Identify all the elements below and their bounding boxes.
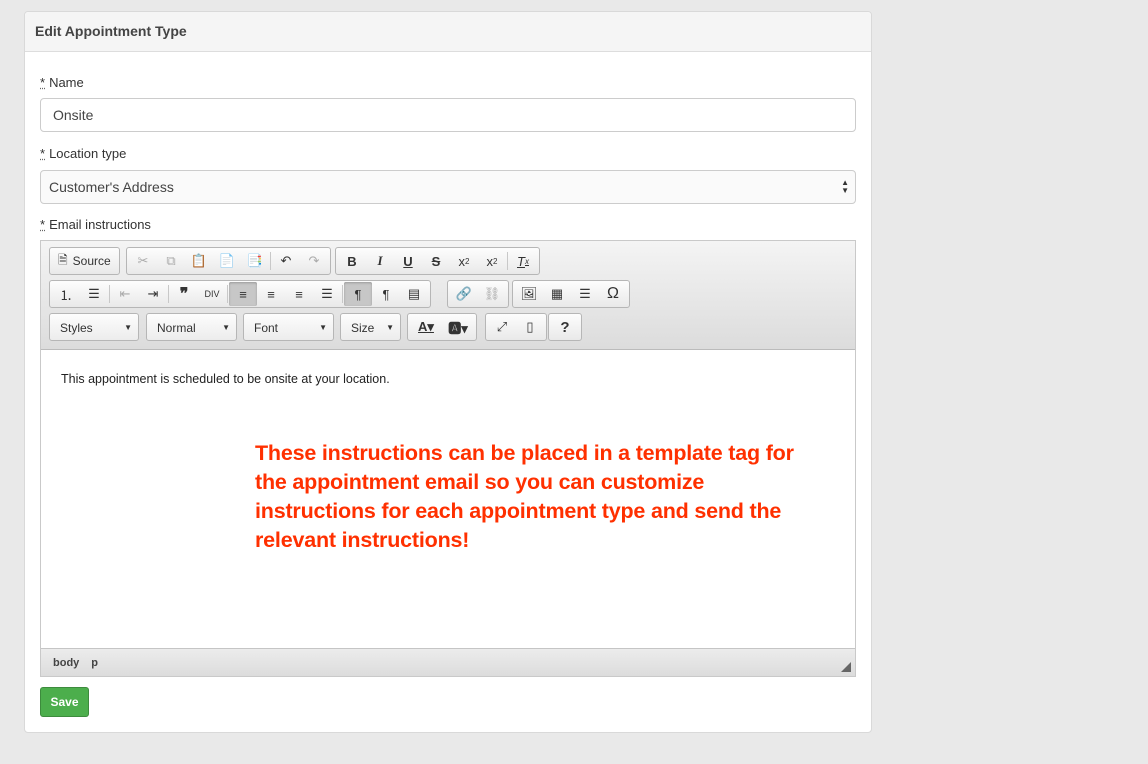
source-icon: 🗎 [58, 252, 68, 267]
create-div-icon[interactable]: DIV [198, 282, 226, 306]
text-direction-ltr-icon[interactable]: ¶ [344, 282, 372, 306]
paragraph-group: ⒈ ☰ ⇤ ⇥ ❞ DIV ≡ ≡ ≡ ☰ ¶ ¶ ▤ [49, 280, 431, 308]
help-icon[interactable]: ? [551, 315, 579, 339]
clipboard-group: ✂ ⧉ 📋 📄 📑 ↶ ↷ [126, 247, 331, 275]
path-body[interactable]: body [53, 657, 79, 669]
superscript-icon[interactable]: x2 [478, 249, 506, 273]
caret-down-icon: ▼ [124, 323, 132, 332]
paste-icon[interactable]: 📋 [185, 249, 213, 273]
redo-icon[interactable]: ↷ [300, 249, 328, 273]
language-icon[interactable]: ▤ [400, 282, 428, 306]
paste-text-icon[interactable]: 📄 [213, 249, 241, 273]
editor-toolbar: 🗎 Source ✂ ⧉ 📋 📄 📑 ↶ ↷ B I U S x2 x2 T x… [41, 241, 855, 350]
save-button[interactable]: Save [40, 687, 89, 717]
table-icon[interactable]: ▦ [543, 282, 571, 306]
strike-icon[interactable]: S [422, 249, 450, 273]
required-marker: * [40, 146, 46, 161]
outdent-icon[interactable]: ⇤ [111, 282, 139, 306]
blockquote-icon[interactable]: ❞ [170, 282, 198, 306]
editor-paragraph: This appointment is scheduled to be onsi… [61, 372, 390, 386]
name-input[interactable]: Onsite [40, 98, 856, 132]
link-icon[interactable]: 🔗 [450, 282, 478, 306]
basicstyles-group: B I U S x2 x2 Tx [335, 247, 540, 275]
location-type-label: * Location type [40, 146, 127, 161]
location-type-value: Customer's Address [49, 179, 174, 195]
maximize-icon[interactable]: ⤢ [488, 315, 516, 339]
annotation-callout: These instructions can be placed in a te… [255, 441, 794, 552]
copy-icon[interactable]: ⧉ [157, 249, 185, 273]
panel-title: Edit Appointment Type [25, 12, 871, 52]
email-instructions-label: * Email instructions [40, 217, 151, 232]
image-icon[interactable]: 🖼 [515, 282, 543, 306]
source-button[interactable]: 🗎 Source [52, 249, 117, 273]
tools-group: ⤢ ▯ [485, 313, 547, 341]
underline-icon[interactable]: U [394, 249, 422, 273]
caret-down-icon: ▼ [222, 323, 230, 332]
required-marker: * [40, 75, 46, 90]
text-direction-rtl-icon[interactable]: ¶ [372, 282, 400, 306]
resize-handle-icon[interactable] [841, 662, 851, 672]
styles-combo[interactable]: Styles ▼ [49, 313, 139, 341]
insert-group: 🖼 ▦ ☰ Ω [512, 280, 630, 308]
subscript-icon[interactable]: x2 [450, 249, 478, 273]
align-center-icon[interactable]: ≡ [257, 282, 285, 306]
horizontal-rule-icon[interactable]: ☰ [571, 282, 599, 306]
size-combo[interactable]: Size ▼ [340, 313, 401, 341]
align-right-icon[interactable]: ≡ [285, 282, 313, 306]
remove-format-icon[interactable]: Tx [509, 249, 537, 273]
about-group: ? [548, 313, 582, 341]
select-arrows-icon: ▲ ▼ [841, 178, 849, 195]
bold-icon[interactable]: B [338, 249, 366, 273]
italic-icon[interactable]: I [366, 249, 394, 273]
paste-word-icon[interactable]: 📑 [241, 249, 269, 273]
font-combo[interactable]: Font ▼ [243, 313, 334, 341]
links-group: 🔗 ⛓ [447, 280, 509, 308]
numbered-list-icon[interactable]: ⒈ [52, 282, 80, 306]
text-color-icon[interactable]: A▾ [410, 315, 442, 339]
special-char-icon[interactable]: Ω [599, 282, 627, 306]
path-p[interactable]: p [91, 657, 98, 669]
cut-icon[interactable]: ✂ [129, 249, 157, 273]
edit-appointment-panel: Edit Appointment Type * Name Onsite * Loca… [24, 11, 872, 733]
editor-elements-path: body p [41, 648, 855, 676]
unlink-icon[interactable]: ⛓ [478, 282, 506, 306]
document-group: 🗎 Source [49, 247, 120, 275]
undo-icon[interactable]: ↶ [272, 249, 300, 273]
required-marker: * [40, 217, 46, 232]
caret-down-icon: ▼ [319, 323, 327, 332]
justify-icon[interactable]: ☰ [313, 282, 341, 306]
caret-down-icon: ▼ [386, 323, 394, 332]
name-label: * Name [40, 75, 84, 90]
format-combo[interactable]: Normal ▼ [146, 313, 237, 341]
editor-content[interactable]: This appointment is scheduled to be onsi… [41, 351, 855, 649]
location-type-select[interactable]: Customer's Address ▲ ▼ [40, 170, 856, 204]
indent-icon[interactable]: ⇥ [139, 282, 167, 306]
rich-text-editor: 🗎 Source ✂ ⧉ 📋 📄 📑 ↶ ↷ B I U S x2 x2 T x… [40, 240, 856, 677]
colors-group: A▾ 🅰▾ [407, 313, 477, 341]
background-color-icon[interactable]: 🅰▾ [442, 315, 474, 339]
align-left-icon[interactable]: ≡ [229, 282, 257, 306]
bulleted-list-icon[interactable]: ☰ [80, 282, 108, 306]
show-blocks-icon[interactable]: ▯ [516, 315, 544, 339]
